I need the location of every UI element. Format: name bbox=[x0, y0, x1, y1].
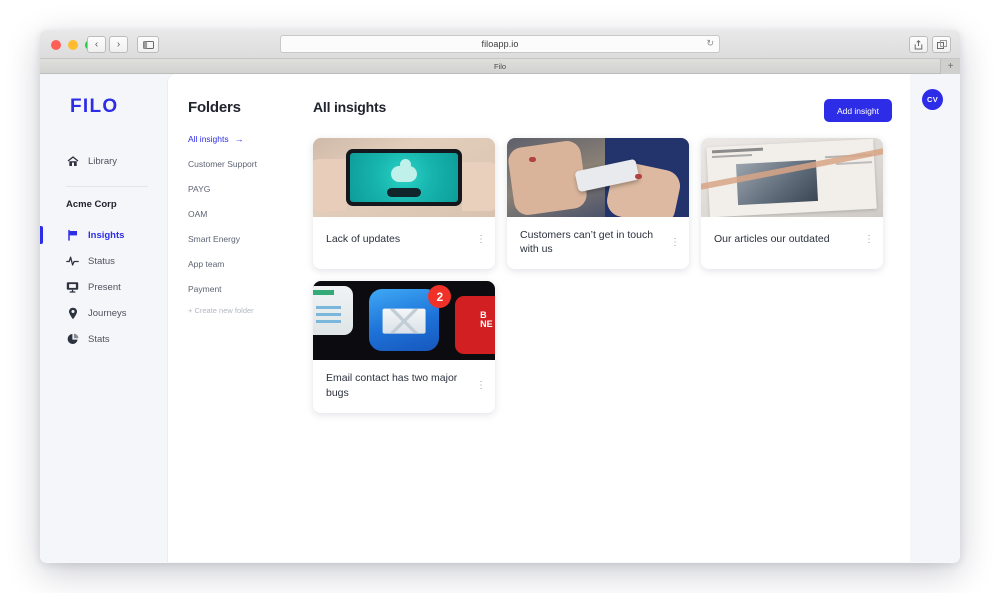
folder-item-smart-energy[interactable]: Smart Energy bbox=[188, 234, 306, 244]
navigation-controls: ‹ › bbox=[87, 36, 159, 53]
back-button[interactable]: ‹ bbox=[87, 36, 106, 53]
sidebar-item-status[interactable]: Status bbox=[40, 248, 168, 274]
insight-card-body: Lack of updates ⋮ bbox=[313, 217, 495, 263]
sidebar-item-present[interactable]: Present bbox=[40, 274, 168, 300]
folder-item-label: Payment bbox=[188, 284, 222, 294]
folder-item-payg[interactable]: PAYG bbox=[188, 184, 306, 194]
news-label: B NE bbox=[480, 309, 493, 329]
map-pin-icon bbox=[66, 307, 79, 320]
chevron-right-icon: › bbox=[116, 38, 121, 50]
activity-icon bbox=[66, 255, 79, 268]
arrow-right-icon: → bbox=[234, 134, 244, 144]
insight-card-title: Customers can’t get in touch with us bbox=[520, 229, 654, 256]
insights-section: All insights Add insight Lack of updates bbox=[313, 99, 892, 413]
browser-window: ‹ › filoapp.io ↻ Filo + FILO Library Acm… bbox=[40, 30, 960, 563]
sidebar-item-label: Journeys bbox=[88, 307, 127, 319]
sidebar-item-label: Stats bbox=[88, 333, 110, 345]
insight-card-body: Our articles our outdated ⋮ bbox=[701, 217, 883, 263]
insights-header: All insights Add insight bbox=[313, 99, 892, 122]
pie-chart-icon bbox=[66, 333, 79, 346]
avatar[interactable]: CV bbox=[922, 89, 943, 110]
toolbar-right-controls bbox=[909, 36, 951, 53]
app-viewport: FILO Library Acme Corp Insights Status P… bbox=[40, 74, 960, 562]
reload-icon[interactable]: ↻ bbox=[706, 39, 714, 48]
minimize-window-button[interactable] bbox=[68, 40, 78, 50]
insights-grid: Lack of updates ⋮ Customers can’t get in… bbox=[313, 138, 892, 413]
page-title: All insights bbox=[313, 99, 387, 115]
card-menu-icon[interactable]: ⋮ bbox=[864, 234, 874, 244]
newspaper-photo bbox=[701, 138, 883, 217]
monitor-icon bbox=[66, 281, 79, 294]
sidebar-item-label: Status bbox=[88, 255, 115, 267]
insight-card[interactable]: Customers can’t get in touch with us ⋮ bbox=[507, 138, 689, 270]
browser-toolbar: ‹ › filoapp.io ↻ bbox=[40, 30, 960, 59]
folder-item-label: Smart Energy bbox=[188, 234, 240, 244]
screenshot-root: ‹ › filoapp.io ↻ Filo + FILO Library Acm… bbox=[0, 0, 1000, 593]
insight-card-body: Email contact has two major bugs ⋮ bbox=[313, 360, 495, 412]
insight-card[interactable]: B NE 2 Email contact has two major bugs ⋮ bbox=[313, 281, 495, 413]
tablet-vpn-photo bbox=[313, 138, 495, 217]
url-text: filoapp.io bbox=[481, 39, 519, 49]
flag-icon bbox=[66, 229, 79, 242]
workspace-name: Acme Corp bbox=[66, 199, 117, 210]
plus-icon: + bbox=[947, 60, 954, 72]
home-icon bbox=[66, 155, 79, 168]
right-rail: CV bbox=[910, 74, 960, 562]
sidebar-item-insights[interactable]: Insights bbox=[40, 222, 168, 248]
forward-button[interactable]: › bbox=[109, 36, 128, 53]
card-menu-icon[interactable]: ⋮ bbox=[476, 381, 486, 391]
sidebar-toggle-icon bbox=[142, 40, 154, 49]
insight-card[interactable]: Our articles our outdated ⋮ bbox=[701, 138, 883, 270]
sidebar-item-label: Present bbox=[88, 281, 121, 293]
notification-badge: 2 bbox=[428, 285, 452, 309]
filo-logo[interactable]: FILO bbox=[70, 96, 168, 118]
sidebar-item-journeys[interactable]: Journeys bbox=[40, 300, 168, 326]
folder-item-payment[interactable]: Payment bbox=[188, 284, 306, 294]
content-panel: Folders All insights → Customer Support P… bbox=[168, 74, 910, 562]
folders-column: Folders All insights → Customer Support P… bbox=[188, 99, 306, 315]
share-button[interactable] bbox=[909, 36, 928, 53]
share-icon bbox=[914, 39, 923, 49]
add-insight-button[interactable]: Add insight bbox=[823, 99, 892, 122]
app-sidebar: FILO Library Acme Corp Insights Status P… bbox=[40, 74, 168, 562]
folder-item-label: All insights bbox=[188, 134, 229, 144]
tabs-overview-button[interactable] bbox=[932, 36, 951, 53]
tab-strip: Filo + bbox=[40, 59, 960, 74]
folder-item-customer-support[interactable]: Customer Support bbox=[188, 159, 306, 169]
tabs-overview-icon bbox=[936, 40, 947, 49]
email-app-icon-photo: B NE 2 bbox=[313, 281, 495, 361]
insight-card-title: Our articles our outdated bbox=[714, 232, 830, 245]
create-new-folder-button[interactable]: + Create new folder bbox=[188, 306, 306, 315]
sidebar-item-library[interactable]: Library bbox=[40, 148, 168, 174]
card-menu-icon[interactable]: ⋮ bbox=[670, 237, 680, 247]
address-bar[interactable]: filoapp.io ↻ bbox=[280, 35, 720, 53]
sidebar-toggle-button[interactable] bbox=[137, 36, 159, 53]
folder-item-all-insights[interactable]: All insights → bbox=[188, 134, 306, 144]
new-tab-button[interactable]: + bbox=[940, 59, 960, 74]
chevron-left-icon: ‹ bbox=[94, 38, 99, 50]
sidebar-item-stats[interactable]: Stats bbox=[40, 326, 168, 352]
sidebar-nav-list: Insights Status Present Journeys Stats bbox=[40, 222, 168, 352]
folder-item-label: App team bbox=[188, 259, 225, 269]
folders-heading: Folders bbox=[188, 99, 241, 116]
folder-item-label: PAYG bbox=[188, 184, 211, 194]
insight-card[interactable]: Lack of updates ⋮ bbox=[313, 138, 495, 270]
folder-item-oam[interactable]: OAM bbox=[188, 209, 306, 219]
sidebar-item-label: Library bbox=[88, 155, 118, 167]
insight-card-title: Lack of updates bbox=[326, 232, 401, 245]
folder-item-label: OAM bbox=[188, 209, 208, 219]
folder-item-app-team[interactable]: App team bbox=[188, 259, 306, 269]
insight-card-title: Email contact has two major bugs bbox=[326, 372, 458, 399]
hands-phone-photo bbox=[507, 138, 689, 217]
card-menu-icon[interactable]: ⋮ bbox=[476, 234, 486, 244]
sidebar-divider bbox=[66, 186, 148, 187]
close-window-button[interactable] bbox=[51, 40, 61, 50]
tab-filo[interactable]: Filo bbox=[494, 62, 506, 71]
sidebar-item-label: Insights bbox=[88, 229, 125, 241]
insight-card-body: Customers can’t get in touch with us ⋮ bbox=[507, 217, 689, 269]
address-bar-wrapper: filoapp.io ↻ bbox=[280, 35, 720, 53]
folder-item-label: Customer Support bbox=[188, 159, 257, 169]
